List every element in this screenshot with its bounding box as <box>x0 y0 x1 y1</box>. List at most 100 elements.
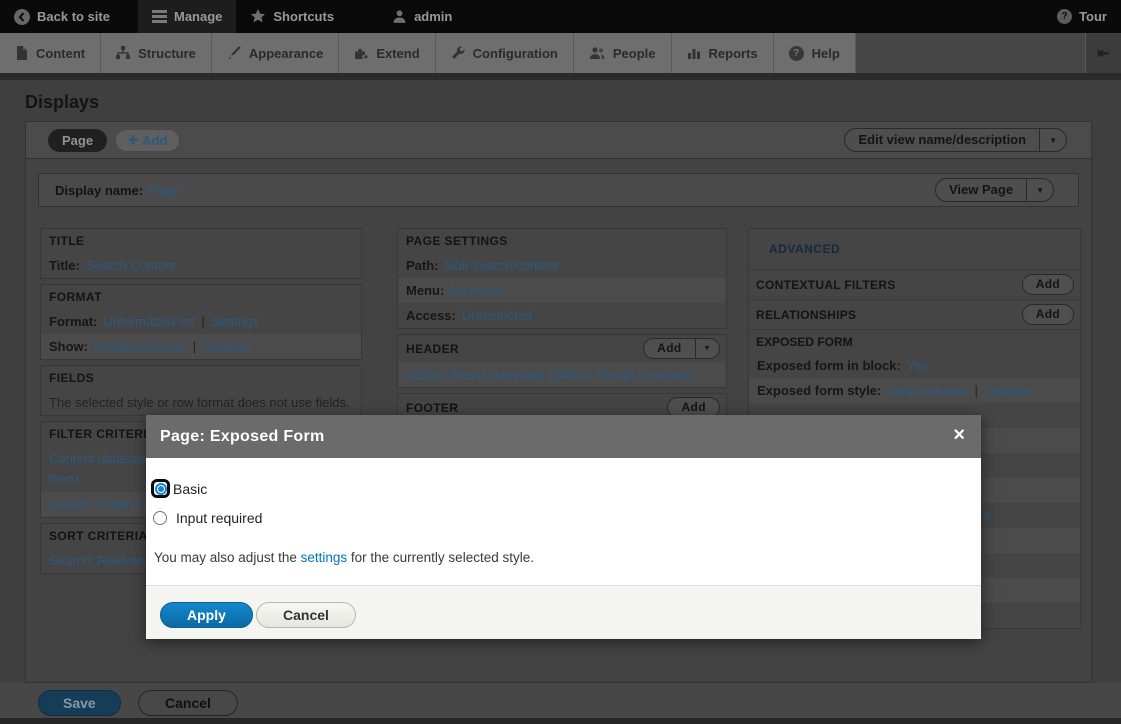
column-middle: PAGE SETTINGS Path:/solr-search/content … <box>397 228 727 427</box>
dialog-titlebar: Page: Exposed Form × <box>146 415 981 458</box>
format-bucket: FORMAT Format:Unformatted list|Settings … <box>40 284 362 360</box>
display-name-link[interactable]: Page <box>149 183 179 198</box>
fields-heading: FIELDS <box>41 366 361 390</box>
menubar-item-appearance[interactable]: Appearance <box>212 33 339 73</box>
tour-question-icon: ? <box>1057 9 1072 24</box>
view-page-button: View Page ▼ <box>935 178 1054 202</box>
menubar-item-extend[interactable]: Extend <box>339 33 435 73</box>
menubar-item-structure[interactable]: Structure <box>101 33 212 73</box>
relationships-heading: RELATIONSHIPS Add <box>749 299 1080 329</box>
toolbar-orientation-toggle[interactable]: ⇤ <box>1085 33 1121 73</box>
access-row: Access:Unrestricted <box>398 303 726 328</box>
tab-page[interactable]: Page <box>48 129 107 152</box>
menubar-item-content[interactable]: Content <box>0 33 101 73</box>
format-heading: FORMAT <box>41 285 361 309</box>
display-name-label: Display name: <box>55 183 143 198</box>
apply-button[interactable]: Apply <box>160 602 253 628</box>
hamburger-icon <box>152 10 167 23</box>
admin-account-tab[interactable]: admin <box>378 0 466 33</box>
star-icon <box>250 9 266 24</box>
cancel-button[interactable]: Cancel <box>138 690 238 716</box>
settings-link[interactable]: settings <box>301 550 348 565</box>
radio-option-input-required[interactable]: Input required <box>151 509 262 527</box>
title-bucket: TITLE Title:Search Content <box>40 228 362 279</box>
partially-hidden-link[interactable]: o <box>983 503 990 528</box>
path-row: Path:/solr-search/content <box>398 253 726 278</box>
dialog-body: Basic Input required You may also adjust… <box>146 458 981 585</box>
toolbar-spacer <box>466 0 1043 33</box>
radio-unselected-icon[interactable] <box>153 511 167 525</box>
format-row: Format:Unformatted list|Settings <box>41 309 361 334</box>
user-icon <box>392 9 407 24</box>
dialog-cancel-button[interactable]: Cancel <box>256 602 356 628</box>
shortcuts-tab[interactable]: Shortcuts <box>236 0 348 33</box>
back-to-site-button[interactable]: Back to site <box>0 0 124 33</box>
show-link[interactable]: Rendered entity <box>94 339 186 354</box>
show-row: Show:Rendered entity|Settings <box>41 334 361 359</box>
content-icon <box>15 46 28 60</box>
structure-icon <box>116 46 130 60</box>
exposed-form-heading: EXPOSED FORM <box>749 329 1080 353</box>
help-icon: ? <box>789 46 804 61</box>
title-link[interactable]: Search Content <box>86 258 176 273</box>
menubar-item-people[interactable]: People <box>574 33 672 73</box>
menu-link[interactable]: No menu <box>450 283 503 298</box>
access-link[interactable]: Unrestricted <box>462 308 532 323</box>
menubar-item-help[interactable]: ? Help <box>774 33 856 73</box>
fields-bucket: FIELDS The selected style or row format … <box>40 365 362 416</box>
chevron-down-icon[interactable]: ▼ <box>1026 179 1053 201</box>
exposed-style-settings-link[interactable]: Settings <box>985 383 1032 398</box>
radio-selected-icon[interactable] <box>151 479 170 498</box>
toolbar-shadow <box>0 73 1121 80</box>
add-display-button[interactable]: ✚ Add <box>115 129 180 152</box>
exposed-style-link[interactable]: Input required <box>887 383 967 398</box>
admin-toolbar: Back to site Manage Shortcuts admin ? To… <box>0 0 1121 33</box>
relationships-add-button[interactable]: Add <box>1022 304 1074 325</box>
display-name-bar: Display name: Page View Page ▼ <box>38 173 1079 207</box>
header-row-result-summary: Global: Result summary (Global: Result s… <box>398 362 726 387</box>
contextual-filters-add-button[interactable]: Add <box>1022 274 1074 295</box>
people-icon <box>589 46 605 60</box>
menubar-spacer <box>856 33 1085 73</box>
display-tabs-strip: Page ✚ Add Edit view name/description ▼ <box>26 122 1091 159</box>
contextual-filters-heading: CONTEXTUAL FILTERS Add <box>749 269 1080 299</box>
exposed-form-in-block-row: Exposed form in block:Yes <box>749 353 1080 378</box>
dialog-title: Page: Exposed Form <box>146 428 325 446</box>
save-button[interactable]: Save <box>38 690 121 716</box>
configuration-wrench-icon <box>451 46 465 60</box>
page-bottom-band <box>0 718 1121 724</box>
exposed-in-block-link[interactable]: Yes <box>907 358 928 373</box>
admin-menu-tray: Content Structure Appearance Extend Conf… <box>0 33 1121 73</box>
title-heading: TITLE <box>41 229 361 253</box>
menubar-item-configuration[interactable]: Configuration <box>436 33 574 73</box>
page-settings-bucket: PAGE SETTINGS Path:/solr-search/content … <box>397 228 727 329</box>
edit-view-name-button: Edit view name/description ▼ <box>844 128 1067 152</box>
chevron-down-icon[interactable]: ▼ <box>1039 129 1066 151</box>
extend-puzzle-icon <box>354 46 368 60</box>
fields-note: The selected style or row format does no… <box>41 390 361 415</box>
plus-icon: ✚ <box>128 133 138 147</box>
dialog-buttonpane: Apply Cancel <box>146 585 981 639</box>
page-title: Displays <box>25 92 99 113</box>
show-settings-link[interactable]: Settings <box>203 339 250 354</box>
tour-button[interactable]: ? Tour <box>1043 0 1121 33</box>
menubar-item-reports[interactable]: Reports <box>672 33 774 73</box>
exposed-form-style-row: Exposed form style:Input required|Settin… <box>749 378 1080 403</box>
title-row: Title:Search Content <box>41 253 361 278</box>
appearance-brush-icon <box>227 46 241 60</box>
format-settings-link[interactable]: Settings <box>212 314 259 329</box>
page-settings-heading: PAGE SETTINGS <box>398 229 726 253</box>
menu-row: Menu:No menu <box>398 278 726 303</box>
header-bucket: HEADER Add ▼ Global: Result summary (Glo… <box>397 334 727 388</box>
manage-tab[interactable]: Manage <box>138 0 236 33</box>
format-link[interactable]: Unformatted list <box>103 314 194 329</box>
chevron-down-icon[interactable]: ▼ <box>695 339 719 358</box>
advanced-toggle[interactable]: ADVANCED <box>749 229 1080 269</box>
path-link[interactable]: /solr-search/content <box>445 258 559 273</box>
exposed-form-dialog: Page: Exposed Form × Basic Input require… <box>146 415 981 639</box>
header-heading: HEADER Add ▼ <box>398 335 726 362</box>
close-icon[interactable]: × <box>953 424 965 446</box>
radio-option-basic[interactable]: Basic <box>151 479 207 498</box>
dialog-note: You may also adjust the settings for the… <box>154 550 534 565</box>
back-icon <box>14 9 30 25</box>
